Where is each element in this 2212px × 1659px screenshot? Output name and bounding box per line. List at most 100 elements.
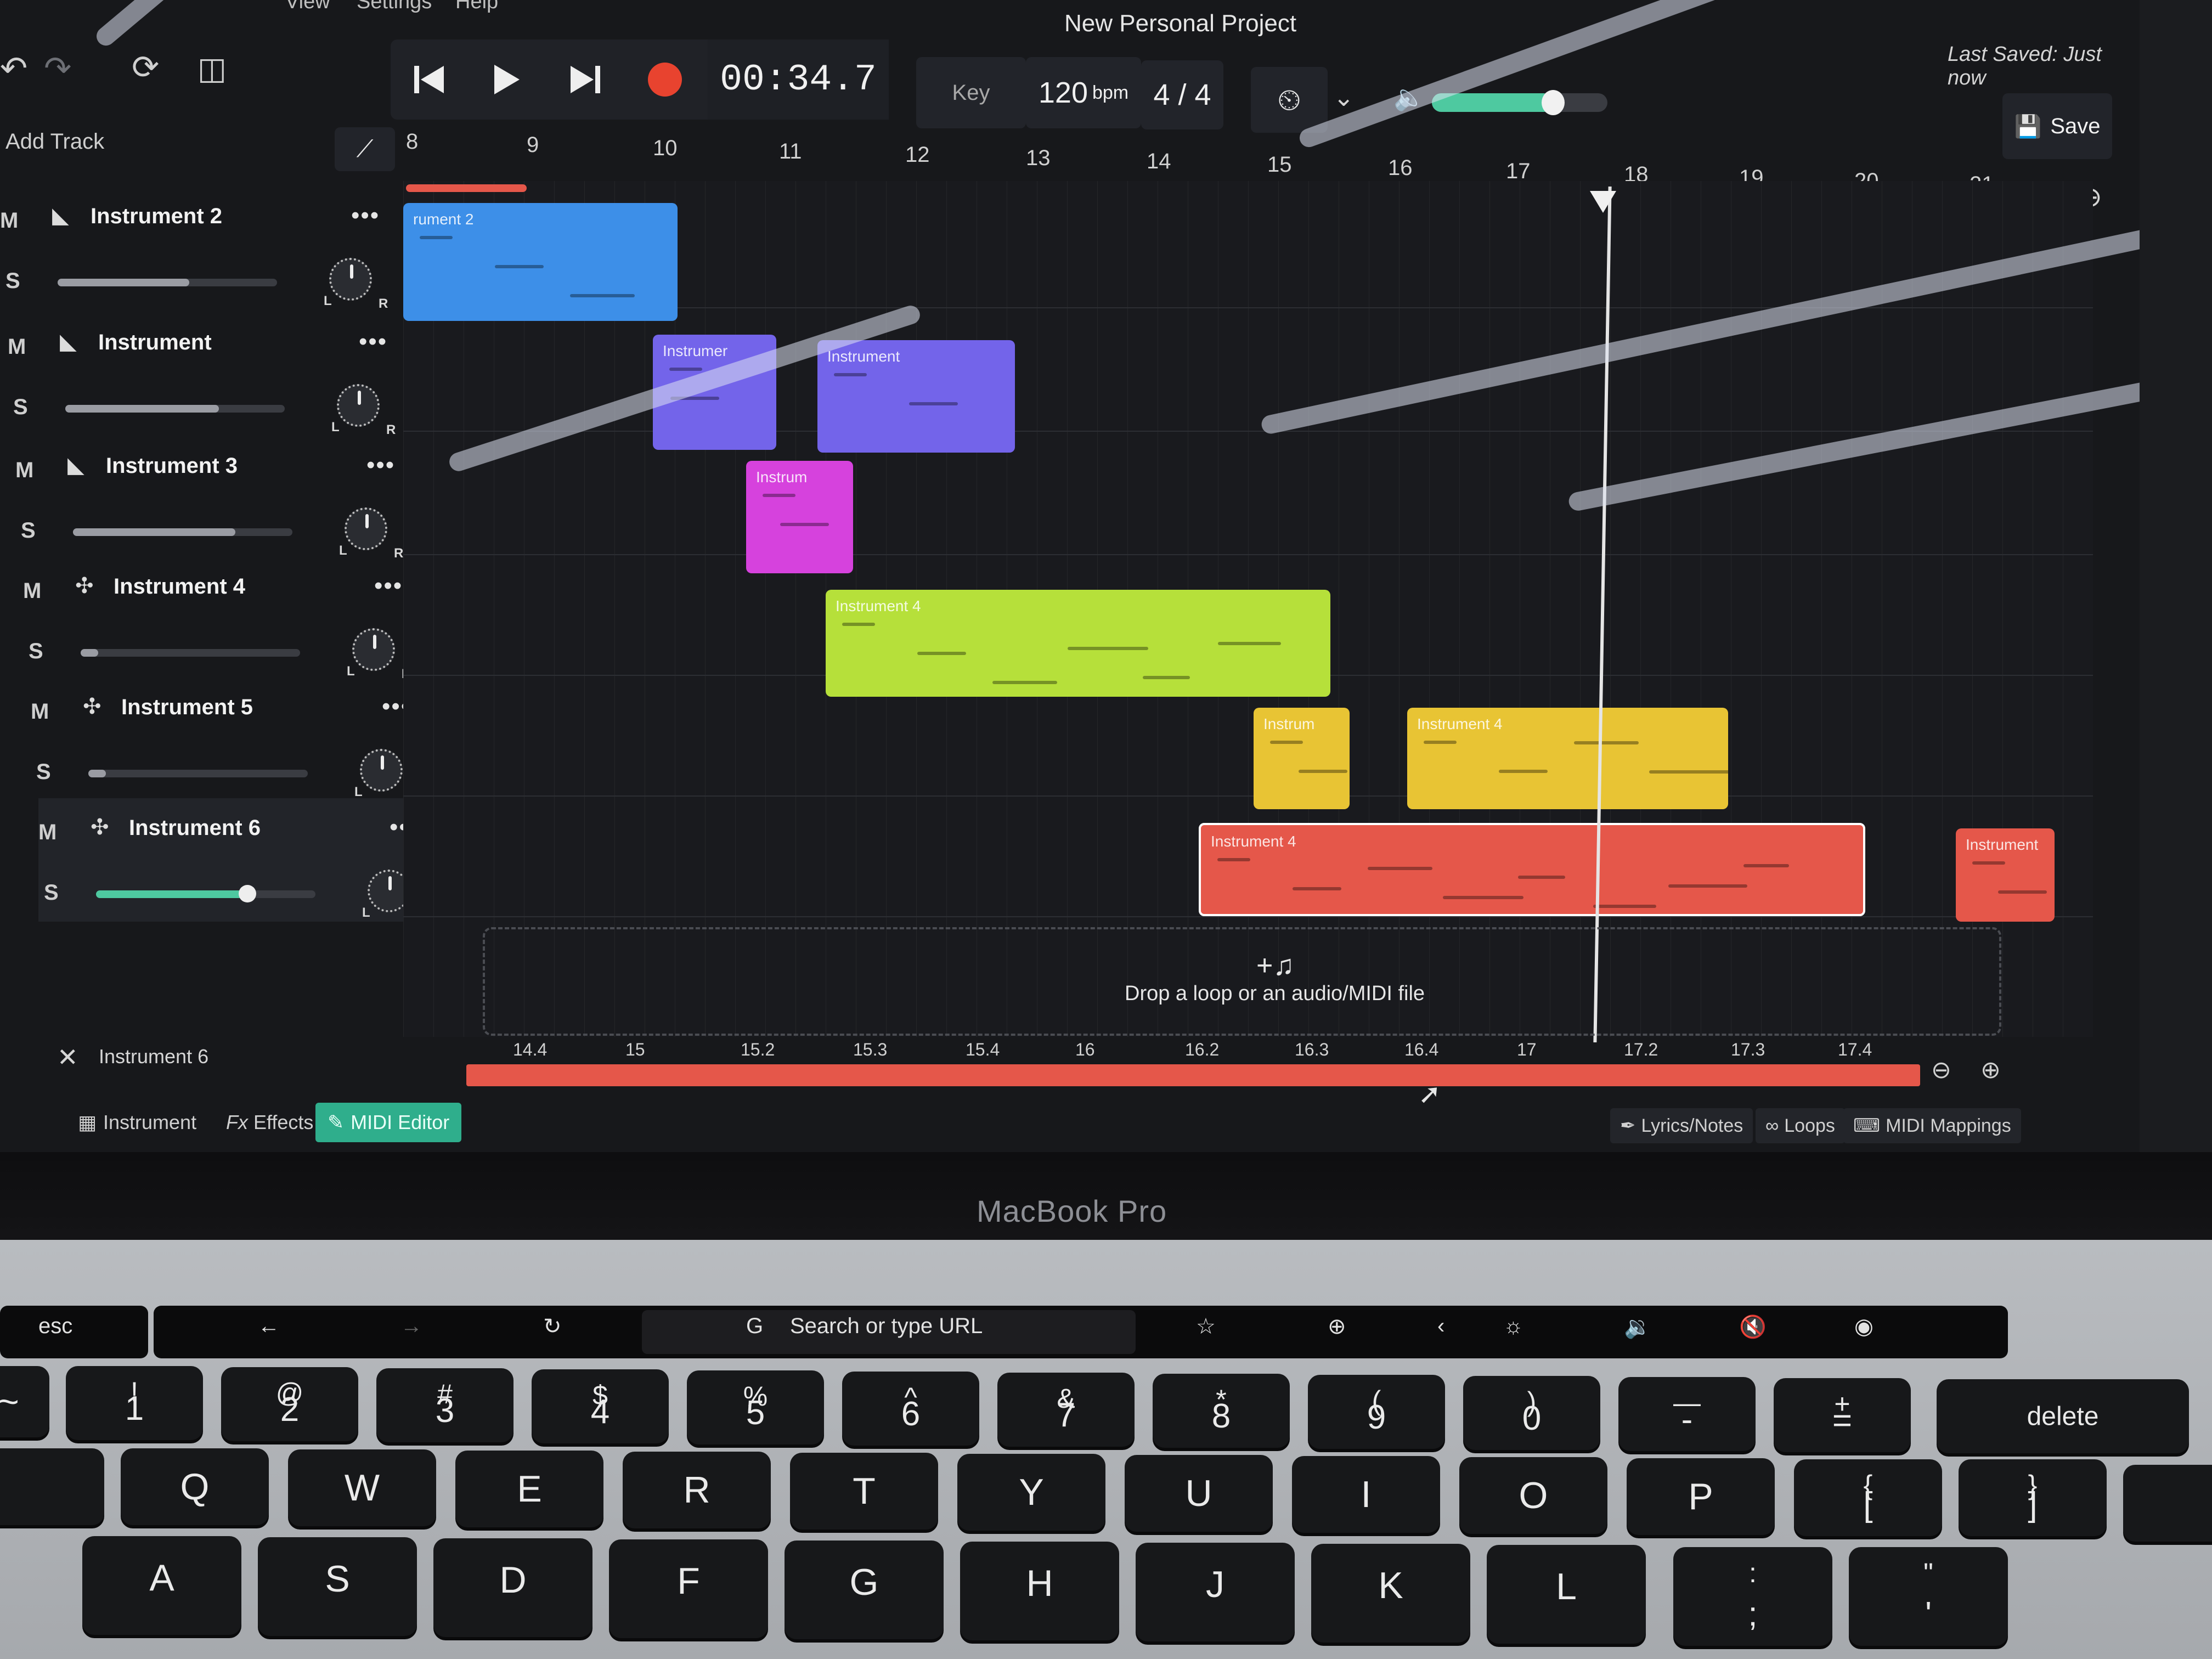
pan-knob[interactable]	[337, 384, 380, 427]
new-tab-icon[interactable]: ⊕	[1328, 1314, 1346, 1339]
key-5[interactable]: % 5	[687, 1370, 824, 1444]
loop-region-marker[interactable]	[406, 184, 527, 192]
key-1[interactable]: ! 1	[66, 1366, 203, 1440]
save-button[interactable]: 💾 Save	[2002, 93, 2112, 159]
midi-clip[interactable]: Instrument 4	[1407, 708, 1728, 809]
siri-icon[interactable]: ◉	[1854, 1314, 1874, 1339]
skip-back-button[interactable]	[391, 40, 467, 120]
key-l[interactable]: L	[1487, 1545, 1646, 1644]
track-name[interactable]: Instrument	[98, 330, 212, 355]
forward-arrow-icon[interactable]: →	[400, 1314, 422, 1339]
menu-help[interactable]: Help	[455, 0, 498, 14]
solo-button[interactable]: S	[29, 639, 43, 664]
key-semicolon[interactable]: :;	[1673, 1547, 1832, 1646]
track-name[interactable]: Instrument 4	[114, 574, 245, 599]
play-button[interactable]	[467, 40, 544, 120]
midi-clip[interactable]: Instrum	[1254, 708, 1350, 809]
key-open-bracket[interactable]: {[	[1794, 1459, 1942, 1536]
key-3[interactable]: #3	[376, 1368, 514, 1442]
key-u[interactable]: U	[1125, 1455, 1273, 1532]
more-options-icon[interactable]: •••	[374, 572, 403, 600]
tab-midi-editor[interactable]: ✎ MIDI Editor	[315, 1103, 462, 1142]
pan-knob[interactable]	[345, 507, 387, 550]
solo-button[interactable]: S	[5, 269, 20, 294]
tab-lyrics-notes[interactable]: ✒ Lyrics/Notes	[1610, 1108, 1753, 1143]
chevron-left-icon[interactable]: ‹	[1437, 1314, 1444, 1339]
more-options-icon[interactable]: •••	[351, 202, 380, 229]
pan-knob[interactable]	[329, 258, 372, 301]
midi-clip[interactable]: Instrument	[1956, 828, 2055, 922]
editor-zoom-out-icon[interactable]: ⊖	[1931, 1056, 1951, 1084]
editor-clip-bar[interactable]	[466, 1064, 1920, 1086]
key-j[interactable]: J	[1136, 1543, 1295, 1641]
solo-button[interactable]: S	[36, 760, 51, 785]
solo-button[interactable]: S	[21, 518, 36, 543]
track-name[interactable]: Instrument 5	[121, 695, 253, 720]
loop-icon[interactable]: ⟳	[132, 48, 159, 87]
key-t[interactable]: T	[790, 1453, 938, 1530]
project-title[interactable]: New Personal Project	[1064, 10, 1296, 37]
key-i[interactable]: I	[1292, 1456, 1440, 1533]
key-quote[interactable]: " '	[1849, 1547, 2008, 1646]
tab-midi-mappings[interactable]: ⌨ MIDI Mappings	[1843, 1108, 2021, 1143]
key-2[interactable]: @2	[221, 1367, 358, 1441]
undo-icon[interactable]: ↶	[0, 49, 27, 88]
volume-icon[interactable]: 🔉	[1624, 1314, 1651, 1340]
key-r[interactable]: R	[623, 1452, 771, 1528]
key-e[interactable]: E	[455, 1451, 603, 1527]
key-4[interactable]: $4	[532, 1369, 669, 1443]
mute-button[interactable]: M	[0, 208, 18, 233]
midi-clip[interactable]: rument 2	[403, 203, 678, 321]
skip-forward-button[interactable]	[547, 40, 624, 120]
key-f[interactable]: F	[609, 1539, 768, 1638]
solo-button[interactable]: S	[44, 881, 59, 905]
mute-button[interactable]: M	[15, 458, 33, 483]
tab-loops[interactable]: ∞ Loops	[1756, 1108, 1845, 1143]
back-arrow-icon[interactable]: ←	[258, 1314, 280, 1339]
track-volume-handle[interactable]	[239, 885, 256, 902]
key-s[interactable]: S	[258, 1537, 417, 1636]
time-signature-field[interactable]: 4 / 4	[1141, 60, 1223, 129]
track-volume-slider[interactable]	[88, 770, 308, 777]
esc-key[interactable]: esc	[38, 1314, 72, 1339]
drop-zone[interactable]	[483, 927, 2001, 1036]
reload-icon[interactable]: ↻	[543, 1314, 562, 1339]
more-options-icon[interactable]: •••	[366, 452, 395, 479]
solo-button[interactable]: S	[13, 395, 28, 420]
midi-clip[interactable]: Instrument	[817, 340, 1015, 453]
mute-button[interactable]: M	[23, 579, 41, 603]
key-tilde[interactable]: ~	[0, 1366, 49, 1437]
tempo-field[interactable]: 120 bpm	[1026, 57, 1141, 128]
tab-instrument[interactable]: ▦ Instrument	[66, 1103, 208, 1142]
key-q[interactable]: Q	[121, 1448, 269, 1525]
key--[interactable]: — -	[1618, 1377, 1756, 1451]
add-track-button[interactable]: Add Track	[5, 129, 104, 154]
track-name[interactable]: Instrument 2	[91, 204, 222, 229]
metronome-button[interactable]: ⏲	[1251, 67, 1328, 133]
tab-effects[interactable]: Fx Effects	[214, 1103, 325, 1142]
key-tab[interactable]	[0, 1448, 104, 1525]
editor-zoom-in-icon[interactable]: ⊕	[1980, 1056, 2001, 1084]
track-volume-slider[interactable]	[81, 649, 300, 657]
key-8[interactable]: * 8	[1153, 1374, 1290, 1448]
track-row[interactable]: MS✣Instrument 6•••LR	[38, 798, 466, 923]
chevron-down-icon[interactable]: ⌄	[1333, 82, 1355, 112]
key-backslash[interactable]	[2123, 1465, 2212, 1542]
menu-view[interactable]: View	[285, 0, 330, 14]
record-button[interactable]	[627, 40, 703, 120]
track-row[interactable]: MS✣Instrument 4•••LR	[23, 557, 451, 681]
midi-clip[interactable]: Instrum	[746, 461, 853, 573]
midi-clip[interactable]: Instrument 4	[1199, 823, 1865, 916]
menu-settings[interactable]: Settings	[357, 0, 432, 14]
key-6[interactable]: ^ 6	[842, 1372, 979, 1446]
split-icon[interactable]: ◫	[198, 50, 227, 87]
automation-button[interactable]: ⟋	[335, 127, 395, 171]
track-row[interactable]: MS✣Instrument 5•••LR	[31, 678, 459, 802]
key-=[interactable]: + =	[1774, 1378, 1911, 1452]
more-options-icon[interactable]: •••	[359, 328, 387, 356]
key-g[interactable]: G	[785, 1541, 944, 1639]
key-7[interactable]: & 7	[997, 1373, 1135, 1447]
key-delete[interactable]: delete	[1937, 1379, 2189, 1453]
key-close-bracket[interactable]: }]	[1959, 1459, 2107, 1536]
redo-icon[interactable]: ↷	[44, 49, 71, 88]
